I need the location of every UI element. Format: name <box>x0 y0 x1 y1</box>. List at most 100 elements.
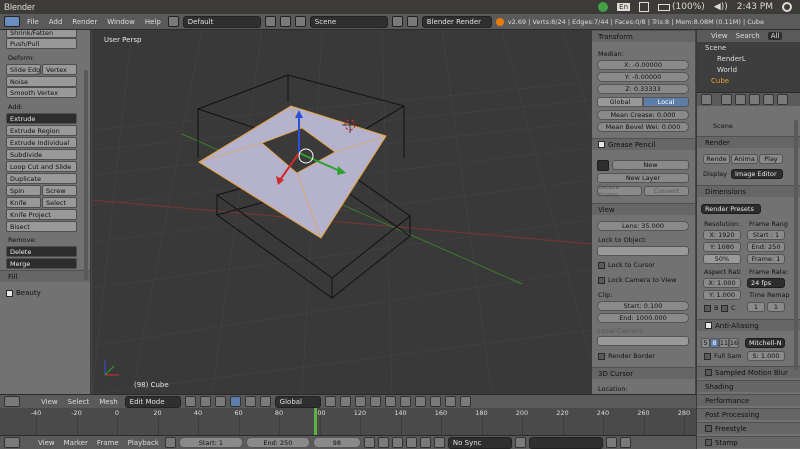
aspect-x-field[interactable]: X: 1.000 <box>703 278 741 288</box>
grease-pencil-header[interactable]: Grease Pencil <box>592 138 695 150</box>
motion-blur-header[interactable]: Sampled Motion Blur <box>697 366 800 378</box>
render-tab-icon[interactable] <box>701 94 712 105</box>
mean-bevel-field[interactable]: Mean Bevel Wei: 0.000 <box>597 122 689 132</box>
menu-help[interactable]: Help <box>142 18 164 26</box>
add-scene-button[interactable] <box>391 16 403 27</box>
current-frame-field[interactable]: 98 <box>312 437 361 448</box>
render-border-checkbox[interactable]: Render Border <box>598 352 655 360</box>
menu-file[interactable]: File <box>24 18 42 26</box>
timeline-end-field[interactable]: End: 250 <box>245 437 310 448</box>
properties-scrollbar[interactable] <box>794 120 798 370</box>
knife-project-button[interactable]: Knife Project <box>6 209 77 220</box>
3d-viewport[interactable]: User Persp (98) Cube <box>92 30 591 394</box>
frame-step-field[interactable]: Frame: 1 <box>747 254 785 264</box>
view-panel-header[interactable]: View <box>592 203 695 215</box>
opengl-anim-icon[interactable] <box>459 396 471 407</box>
mean-crease-field[interactable]: Mean Crease: 0.000 <box>597 110 689 120</box>
tl-menu-view[interactable]: View <box>35 439 58 447</box>
render-animation-button[interactable]: Anima <box>731 154 758 164</box>
layer-buttons-icon[interactable] <box>324 396 336 407</box>
jump-keyframe-forward-icon[interactable] <box>419 437 431 448</box>
delete-keyframe-icon[interactable] <box>619 437 631 448</box>
slide-edge-button[interactable]: Slide Edge <box>6 64 41 75</box>
resolution-y-field[interactable]: Y: 1080 <box>703 242 741 252</box>
outliner-item-scene[interactable]: Scene <box>705 44 726 52</box>
local-camera-field[interactable] <box>597 336 689 346</box>
extrude-individual-button[interactable]: Extrude Individual <box>6 137 77 148</box>
vp-menu-mesh[interactable]: Mesh <box>96 398 120 406</box>
add-layout-button[interactable] <box>264 16 276 27</box>
tl-menu-marker[interactable]: Marker <box>61 439 91 447</box>
lock-camera-checkbox[interactable]: Lock Camera to View <box>598 276 676 284</box>
knife-select-button[interactable]: Select <box>42 197 77 208</box>
menu-add[interactable]: Add <box>46 18 66 26</box>
manipulator-toggle-icon[interactable] <box>214 396 226 407</box>
screen-layout-field[interactable]: Default <box>182 15 261 28</box>
timeline-playhead[interactable] <box>314 408 318 435</box>
lock-cursor-checkbox[interactable]: Lock to Cursor <box>598 261 655 269</box>
outliner-menu-search[interactable]: Search <box>736 32 760 40</box>
world-tab-icon[interactable] <box>735 94 746 105</box>
auto-keyframe-icon[interactable] <box>514 437 526 448</box>
scene-tab-icon[interactable] <box>721 94 732 105</box>
convert-button[interactable]: Convert <box>644 186 689 196</box>
render-engine-select[interactable]: Blender Render <box>421 15 492 28</box>
aspect-y-field[interactable]: Y: 1.000 <box>703 290 741 300</box>
viewport-canvas[interactable] <box>92 30 591 394</box>
occlude-geometry-icon[interactable] <box>384 396 396 407</box>
median-z-field[interactable]: Z: 0.33333 <box>597 84 689 94</box>
snap-toggle-icon[interactable] <box>414 396 426 407</box>
post-processing-header[interactable]: Post Processing <box>697 408 800 420</box>
network-icon[interactable] <box>598 2 609 12</box>
play-reverse-icon[interactable] <box>391 437 403 448</box>
display-select[interactable]: Image Editor <box>731 169 783 179</box>
delete-frame-button[interactable]: Delete Frame <box>597 183 642 199</box>
subdivide-button[interactable]: Subdivide <box>6 149 77 160</box>
fill-panel-header[interactable]: Fill <box>0 270 90 282</box>
global-toggle[interactable]: Global <box>597 97 643 107</box>
editor-type-info-icon[interactable] <box>4 16 20 27</box>
proportional-edit-icon[interactable] <box>399 396 411 407</box>
resolution-x-field[interactable]: X: 1920 <box>703 230 741 240</box>
new-gpencil-button[interactable]: New <box>612 160 689 170</box>
screw-button[interactable]: Screw <box>42 185 77 196</box>
outliner-menu-view[interactable]: View <box>711 32 728 40</box>
stamp-header[interactable]: Stamp <box>697 436 800 448</box>
jump-start-icon[interactable] <box>363 437 375 448</box>
outliner-item-world[interactable]: World <box>717 66 737 74</box>
tl-menu-frame[interactable]: Frame <box>94 439 122 447</box>
frame-end-field[interactable]: End: 250 <box>747 242 785 252</box>
keying-set-field[interactable] <box>528 436 603 449</box>
material-tab-icon[interactable] <box>777 94 788 105</box>
merge-dropdown[interactable]: Merge <box>6 258 77 269</box>
lock-object-field[interactable] <box>597 246 689 256</box>
screen-layout-icon[interactable] <box>167 16 179 27</box>
mode-select[interactable]: Edit Mode <box>124 395 181 408</box>
median-y-field[interactable]: Y: -0.00000 <box>597 72 689 82</box>
pivot-point-icon[interactable] <box>199 396 211 407</box>
clip-start-field[interactable]: Start: 0.100 <box>597 301 689 311</box>
edge-select-icon[interactable] <box>354 396 366 407</box>
jump-keyframe-back-icon[interactable] <box>377 437 389 448</box>
viewport-shading-icon[interactable] <box>184 396 196 407</box>
play-icon[interactable] <box>405 437 417 448</box>
aa-samples-16[interactable]: 16 <box>729 338 739 348</box>
outliner[interactable]: View Search All Scene RenderL World Cube <box>697 30 800 92</box>
crop-checkbox[interactable]: C <box>721 304 736 312</box>
preview-range-icon[interactable] <box>164 437 176 448</box>
menu-window[interactable]: Window <box>104 18 138 26</box>
scale-manipulator-icon[interactable] <box>259 396 271 407</box>
outliner-filter-all[interactable]: All <box>767 32 783 40</box>
median-x-field[interactable]: X: -0.00000 <box>597 60 689 70</box>
remove-layout-button[interactable] <box>279 16 291 27</box>
frame-start-field[interactable]: Start : 1 <box>747 230 785 240</box>
clock[interactable]: 2:43 PM <box>737 2 773 12</box>
volume-icon[interactable]: ◀)) <box>714 2 728 12</box>
remove-scene-button[interactable] <box>406 16 418 27</box>
loop-cut-button[interactable]: Loop Cut and Slide <box>6 161 77 172</box>
remap-old-field[interactable]: 1 <box>747 302 765 312</box>
power-gear-icon[interactable] <box>782 2 792 12</box>
extrude-region-button[interactable]: Extrude Region <box>6 125 77 136</box>
play-animation-button[interactable]: Play <box>759 154 783 164</box>
jump-end-icon[interactable] <box>433 437 445 448</box>
